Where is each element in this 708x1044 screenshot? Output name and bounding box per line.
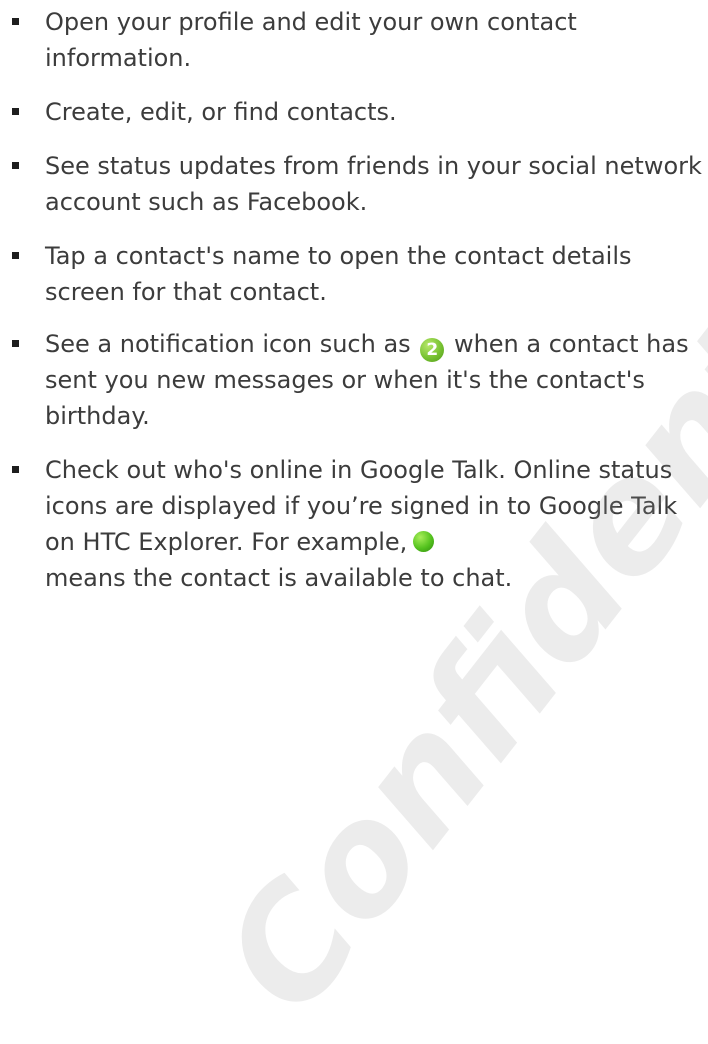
list-item-text-before: Check out who's online in Google Talk. O… <box>45 456 678 556</box>
list-item-text: Open your profile and edit your own cont… <box>45 8 577 72</box>
bullet-icon <box>12 18 19 25</box>
bullet-icon <box>12 162 19 169</box>
list-item-text: Check out who's online in Google Talk. O… <box>45 452 705 596</box>
bullet-icon <box>12 466 19 473</box>
list-item-text: Create, edit, or find contacts. <box>45 98 397 126</box>
list-item-text: See status updates from friends in your … <box>45 152 702 216</box>
bullet-icon <box>12 108 19 115</box>
list-item-text: See a notification icon such as 2 when a… <box>45 326 705 434</box>
list-item-text-before: See a notification icon such as <box>45 330 419 358</box>
notification-badge-icon: 2 <box>420 338 445 362</box>
online-status-icon <box>413 531 435 552</box>
list-item-text-after: means the contact is available to chat. <box>45 564 513 592</box>
bullet-icon <box>12 340 19 347</box>
bullet-icon <box>12 252 19 259</box>
list-item-text: Tap a contact's name to open the contact… <box>45 242 632 306</box>
